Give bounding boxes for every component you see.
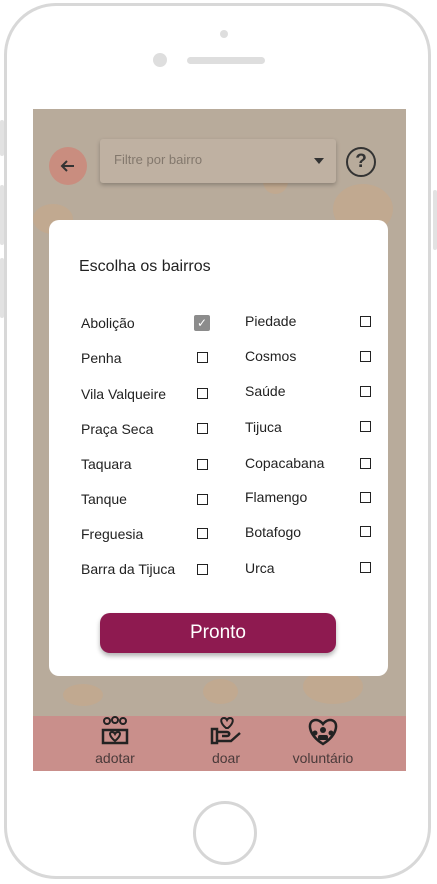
- nav-item-adotar[interactable]: adotar: [85, 716, 145, 766]
- checkbox-praca-seca[interactable]: [197, 423, 208, 434]
- checkbox-copacabana[interactable]: [360, 458, 371, 469]
- option-label: Tijuca: [245, 419, 282, 435]
- nav-item-doar[interactable]: doar: [201, 716, 251, 766]
- power-button: [433, 190, 437, 250]
- caret-down-icon: [314, 158, 324, 164]
- paw-print-decoration: [203, 679, 238, 704]
- checkbox-penha[interactable]: [197, 352, 208, 363]
- help-button[interactable]: ?: [346, 147, 376, 177]
- checkbox-piedade[interactable]: [360, 316, 371, 327]
- checkbox-freguesia[interactable]: [197, 528, 208, 539]
- nav-label-voluntario: voluntário: [292, 750, 354, 766]
- nav-label-adotar: adotar: [95, 750, 135, 766]
- checkbox-taquara[interactable]: [197, 459, 208, 470]
- option-label: Freguesia: [81, 526, 144, 542]
- confirm-button[interactable]: Pronto: [100, 613, 336, 653]
- option-label: Praça Seca: [81, 421, 154, 437]
- checkbox-tijuca[interactable]: [360, 421, 371, 432]
- neighborhood-selection-dialog: Escolha os bairros Abolição ✓ Penha Vila…: [49, 220, 388, 676]
- neighborhood-filter-dropdown[interactable]: Filtre por bairro: [100, 139, 336, 183]
- top-bar: Filtre por bairro ?: [33, 109, 406, 219]
- home-button[interactable]: [193, 801, 257, 865]
- checkbox-saude[interactable]: [360, 386, 371, 397]
- checkbox-urca[interactable]: [360, 562, 371, 573]
- donate-icon: [210, 716, 241, 745]
- back-button[interactable]: [49, 147, 87, 185]
- option-label: Cosmos: [245, 348, 297, 364]
- option-label: Barra da Tijuca: [81, 561, 176, 577]
- option-label: Piedade: [245, 313, 297, 329]
- checkbox-tanque[interactable]: [197, 494, 208, 505]
- volume-down-button: [0, 258, 4, 318]
- volunteer-icon: [308, 718, 338, 746]
- front-camera: [153, 53, 167, 67]
- checkbox-abolicao[interactable]: ✓: [194, 315, 210, 331]
- bottom-navigation: adotar doar voluntário: [33, 716, 406, 771]
- checkbox-cosmos[interactable]: [360, 351, 371, 362]
- checkbox-botafogo[interactable]: [360, 526, 371, 537]
- arrow-left-icon: [60, 160, 74, 172]
- option-label: Saúde: [245, 383, 286, 399]
- option-label: Flamengo: [245, 489, 308, 505]
- mute-switch: [0, 120, 4, 156]
- volume-up-button: [0, 185, 4, 245]
- option-label: Urca: [245, 560, 275, 576]
- earpiece-speaker: [187, 57, 265, 64]
- paw-print-decoration: [63, 684, 103, 706]
- option-label: Copacabana: [245, 455, 325, 471]
- option-label: Taquara: [81, 456, 132, 472]
- option-label: Botafogo: [245, 524, 302, 540]
- front-sensor: [220, 30, 228, 38]
- checkbox-flamengo[interactable]: [360, 492, 371, 503]
- option-label: Penha: [81, 350, 122, 366]
- adopt-icon: [101, 716, 129, 745]
- checkbox-barra-da-tijuca[interactable]: [197, 564, 208, 575]
- option-label: Abolição: [81, 315, 135, 331]
- option-label: Vila Valqueire: [81, 386, 167, 402]
- nav-label-doar: doar: [211, 750, 241, 766]
- dialog-title: Escolha os bairros: [79, 258, 211, 275]
- filter-placeholder: Filtre por bairro: [114, 152, 203, 167]
- nav-item-voluntario[interactable]: voluntário: [283, 716, 363, 766]
- checkbox-vila-valqueire[interactable]: [197, 388, 208, 399]
- option-label: Tanque: [81, 491, 127, 507]
